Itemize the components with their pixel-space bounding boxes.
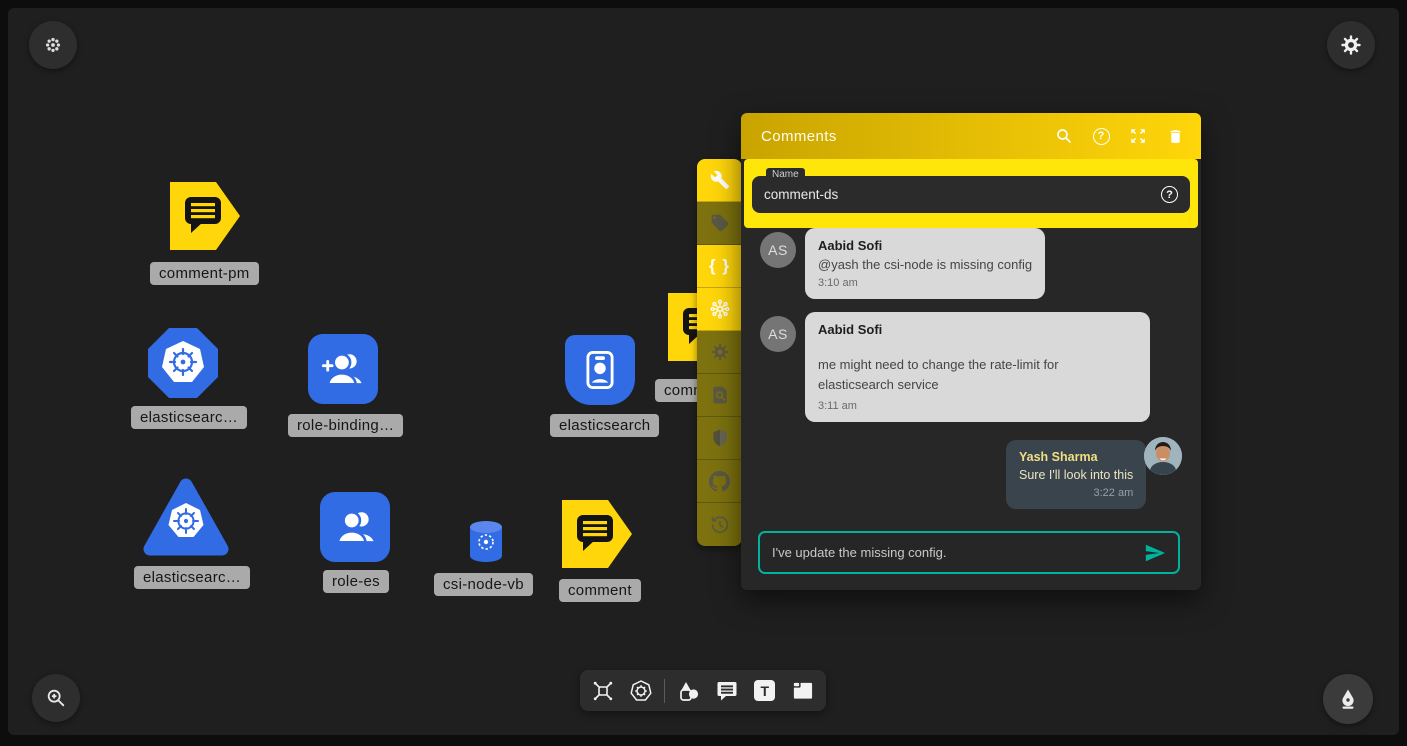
- delete-icon[interactable]: [1165, 126, 1185, 146]
- github-icon[interactable]: [697, 460, 742, 503]
- zoom-button[interactable]: [32, 674, 80, 722]
- text-tool-icon[interactable]: T: [750, 676, 780, 706]
- avatar-photo: [1144, 437, 1182, 475]
- node-elasticsearch-octagon[interactable]: [148, 328, 218, 398]
- kubernetes-wheel-icon[interactable]: [626, 676, 656, 706]
- help-icon[interactable]: ?: [1091, 126, 1111, 146]
- node-role-binding[interactable]: [308, 334, 378, 404]
- app-menu-button[interactable]: [29, 21, 77, 69]
- message-time: 3:22 am: [1019, 487, 1133, 499]
- chat-message: Aabid Sofi @yash the csi-node is missing…: [805, 228, 1045, 299]
- note-tool-icon[interactable]: [788, 676, 818, 706]
- message-text: @yash the csi-node is missing config: [818, 257, 1032, 272]
- comment-tool-icon[interactable]: [712, 676, 742, 706]
- gear-icon: [1340, 34, 1362, 56]
- name-input-label: Name: [766, 168, 805, 181]
- node-service-account[interactable]: [565, 335, 635, 405]
- send-icon[interactable]: [1144, 542, 1166, 564]
- name-field-section: Name comment-ds ?: [744, 159, 1198, 228]
- settings-button[interactable]: [1327, 21, 1375, 69]
- flower-icon: [43, 35, 63, 55]
- node-storage[interactable]: [469, 520, 503, 564]
- node-label: role-es: [323, 570, 389, 593]
- infrastructure-icon[interactable]: [588, 676, 618, 706]
- node-label: elasticsearc…: [134, 566, 250, 589]
- braces-icon[interactable]: { }: [697, 245, 742, 288]
- node-comment-pm[interactable]: [170, 182, 240, 250]
- kubernetes-icon[interactable]: [697, 288, 742, 331]
- node-label: csi-node-vb: [434, 573, 533, 596]
- avatar-initials: AS: [760, 316, 796, 352]
- history-icon[interactable]: [697, 503, 742, 546]
- name-input[interactable]: Name comment-ds ?: [752, 176, 1190, 213]
- chat-message: Yash Sharma Sure I'll look into this 3:2…: [1006, 440, 1146, 509]
- shapes-icon[interactable]: [674, 676, 704, 706]
- zoom-in-icon: [45, 687, 67, 709]
- pen-nib-icon: [1336, 687, 1360, 711]
- message-author: Yash Sharma: [1019, 450, 1133, 464]
- node-action-toolbar: { }: [697, 159, 742, 546]
- node-label: comment-pm: [150, 262, 259, 285]
- message-author: Aabid Sofi: [818, 322, 1137, 337]
- wrench-icon[interactable]: [697, 159, 742, 202]
- pen-tool-button[interactable]: [1323, 674, 1373, 724]
- message-text: Sure I'll look into this: [1019, 468, 1133, 482]
- expand-icon[interactable]: [1128, 126, 1148, 146]
- chat-message: Aabid Sofi me might need to change the r…: [805, 312, 1150, 422]
- app-window: comment-pm elasticsearc…: [0, 0, 1407, 746]
- settings-gear-icon[interactable]: [697, 331, 742, 374]
- name-help-icon[interactable]: ?: [1161, 186, 1178, 203]
- message-time: 3:10 am: [818, 277, 1032, 289]
- dock-divider: [664, 679, 665, 703]
- comments-panel: Comments ? Name: [741, 113, 1201, 590]
- node-label: elasticsearc…: [131, 406, 247, 429]
- name-input-value: comment-ds: [764, 187, 1161, 202]
- node-label: role-binding…: [288, 414, 403, 437]
- node-label: elasticsearch: [550, 414, 659, 437]
- shield-icon[interactable]: [697, 417, 742, 460]
- node-label: comment: [559, 579, 641, 602]
- shape-dock: T: [580, 670, 826, 711]
- message-author: Aabid Sofi: [818, 238, 1032, 253]
- node-role[interactable]: [320, 492, 390, 562]
- comments-panel-header: Comments ?: [741, 113, 1201, 159]
- comment-input[interactable]: I've update the missing config.: [758, 531, 1180, 574]
- panel-title: Comments: [761, 128, 1054, 145]
- avatar-initials: AS: [760, 232, 796, 268]
- tag-icon[interactable]: [697, 202, 742, 245]
- comment-input-value: I've update the missing config.: [772, 545, 1144, 560]
- search-icon[interactable]: [1054, 126, 1074, 146]
- message-time: 3:11 am: [818, 400, 1137, 412]
- doc-search-icon[interactable]: [697, 374, 742, 417]
- node-comment[interactable]: [562, 500, 632, 568]
- message-text: me might need to change the rate-limit f…: [818, 355, 1137, 395]
- node-elasticsearch-triangle[interactable]: [143, 477, 229, 557]
